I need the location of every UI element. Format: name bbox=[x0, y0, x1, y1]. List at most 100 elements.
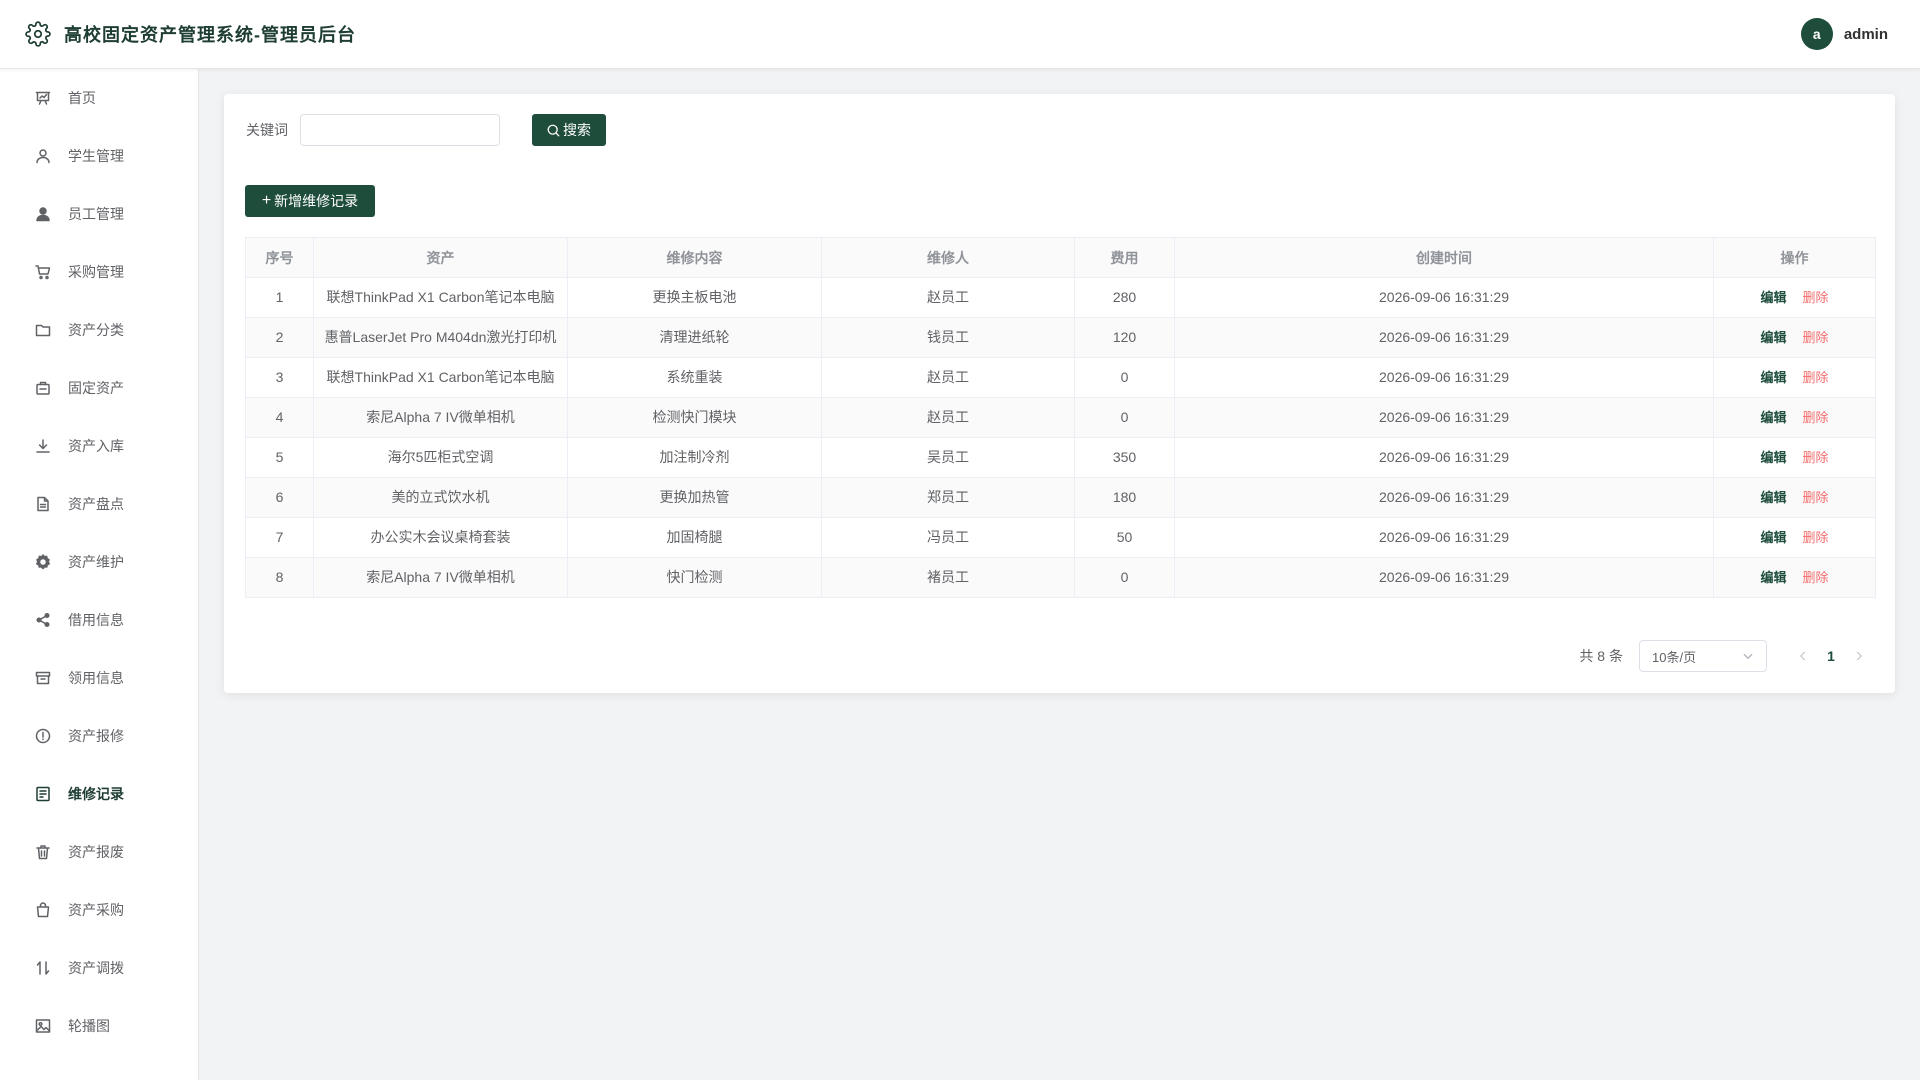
table-row: 7 办公实木会议桌椅套装 加固椅腿 冯员工 50 2026-09-06 16:3… bbox=[245, 517, 1876, 558]
page-number-current[interactable]: 1 bbox=[1815, 642, 1847, 670]
cell-repairer: 褚员工 bbox=[821, 557, 1075, 598]
cell-index: 8 bbox=[245, 557, 314, 598]
sidebar-item-asset-inbound[interactable]: 资产入库 bbox=[0, 417, 198, 475]
sidebar-item-asset-procurement[interactable]: 资产采购 bbox=[0, 881, 198, 939]
sidebar-item-asset-category[interactable]: 资产分类 bbox=[0, 301, 198, 359]
column-header: 操作 bbox=[1713, 237, 1876, 278]
cell-asset: 索尼Alpha 7 IV微单相机 bbox=[313, 557, 568, 598]
chevron-right-icon[interactable] bbox=[1847, 642, 1871, 670]
sidebar-item-repair-request[interactable]: 资产报修 bbox=[0, 707, 198, 765]
column-header: 资产 bbox=[313, 237, 568, 278]
column-header: 创建时间 bbox=[1174, 237, 1714, 278]
sidebar-item-purchasing[interactable]: 采购管理 bbox=[0, 243, 198, 301]
cell-asset: 美的立式饮水机 bbox=[313, 477, 568, 518]
search-button[interactable]: 搜索 bbox=[532, 114, 606, 146]
sidebar-item-label: 轮播图 bbox=[68, 1018, 110, 1034]
delete-link[interactable]: 删除 bbox=[1803, 290, 1829, 305]
delete-link[interactable]: 删除 bbox=[1803, 370, 1829, 385]
table-row: 4 索尼Alpha 7 IV微单相机 检测快门模块 赵员工 0 2026-09-… bbox=[245, 397, 1876, 438]
cell-created: 2026-09-06 16:31:29 bbox=[1174, 517, 1714, 558]
cell-cost: 120 bbox=[1074, 317, 1175, 358]
folder-icon bbox=[34, 321, 52, 339]
cell-repairer: 郑员工 bbox=[821, 477, 1075, 518]
edit-link[interactable]: 编辑 bbox=[1760, 450, 1786, 465]
search-button-label: 搜索 bbox=[563, 122, 591, 138]
cell-asset: 索尼Alpha 7 IV微单相机 bbox=[313, 397, 568, 438]
cell-actions: 编辑 删除 bbox=[1713, 517, 1876, 558]
document-icon bbox=[34, 495, 52, 513]
edit-link[interactable]: 编辑 bbox=[1760, 570, 1786, 585]
cell-actions: 编辑 删除 bbox=[1713, 437, 1876, 478]
table-row: 6 美的立式饮水机 更换加热管 郑员工 180 2026-09-06 16:31… bbox=[245, 477, 1876, 518]
cell-cost: 50 bbox=[1074, 517, 1175, 558]
cell-content: 系统重装 bbox=[567, 357, 822, 398]
share-icon bbox=[34, 611, 52, 629]
delete-link[interactable]: 删除 bbox=[1803, 570, 1829, 585]
delete-link[interactable]: 删除 bbox=[1803, 330, 1829, 345]
edit-link[interactable]: 编辑 bbox=[1760, 330, 1786, 345]
cell-asset: 惠普LaserJet Pro M404dn激光打印机 bbox=[313, 317, 568, 358]
cell-actions: 编辑 删除 bbox=[1713, 357, 1876, 398]
cell-asset: 联想ThinkPad X1 Carbon笔记本电脑 bbox=[313, 277, 568, 318]
cell-created: 2026-09-06 16:31:29 bbox=[1174, 357, 1714, 398]
table-row: 1 联想ThinkPad X1 Carbon笔记本电脑 更换主板电池 赵员工 2… bbox=[245, 277, 1876, 318]
avatar[interactable]: a bbox=[1800, 18, 1833, 50]
sidebar-item-repair-records[interactable]: 维修记录 bbox=[0, 765, 198, 823]
delete-link[interactable]: 删除 bbox=[1803, 490, 1829, 505]
sidebar-item-asset-inventory[interactable]: 资产盘点 bbox=[0, 475, 198, 533]
username[interactable]: admin bbox=[1844, 26, 1888, 43]
edit-link[interactable]: 编辑 bbox=[1760, 490, 1786, 505]
pagination-total: 共 8 条 bbox=[1579, 648, 1623, 664]
keyword-input[interactable] bbox=[300, 114, 500, 146]
sidebar-item-students[interactable]: 学生管理 bbox=[0, 127, 198, 185]
cell-index: 3 bbox=[245, 357, 314, 398]
delete-link[interactable]: 删除 bbox=[1803, 450, 1829, 465]
sidebar-item-label: 资产维护 bbox=[68, 554, 124, 570]
cell-content: 检测快门模块 bbox=[567, 397, 822, 438]
cell-cost: 0 bbox=[1074, 557, 1175, 598]
delete-link[interactable]: 删除 bbox=[1803, 410, 1829, 425]
delete-link[interactable]: 删除 bbox=[1803, 530, 1829, 545]
page-size-select[interactable]: 10条/页 bbox=[1639, 640, 1767, 672]
settings-icon bbox=[34, 553, 52, 571]
shopping-cart-icon bbox=[34, 263, 52, 281]
edit-link[interactable]: 编辑 bbox=[1760, 530, 1786, 545]
edit-link[interactable]: 编辑 bbox=[1760, 370, 1786, 385]
cell-created: 2026-09-06 16:31:29 bbox=[1174, 397, 1714, 438]
edit-link[interactable]: 编辑 bbox=[1760, 410, 1786, 425]
sidebar-item-staff[interactable]: 员工管理 bbox=[0, 185, 198, 243]
shopping-bag-icon bbox=[34, 901, 52, 919]
download-icon bbox=[34, 437, 52, 455]
cell-asset: 海尔5匹柜式空调 bbox=[313, 437, 568, 478]
cell-created: 2026-09-06 16:31:29 bbox=[1174, 477, 1714, 518]
keyword-label: 关键词 bbox=[246, 122, 288, 138]
cell-content: 清理进纸轮 bbox=[567, 317, 822, 358]
table-row: 2 惠普LaserJet Pro M404dn激光打印机 清理进纸轮 钱员工 1… bbox=[245, 317, 1876, 358]
edit-link[interactable]: 编辑 bbox=[1760, 290, 1786, 305]
cell-actions: 编辑 删除 bbox=[1713, 397, 1876, 438]
cell-asset: 联想ThinkPad X1 Carbon笔记本电脑 bbox=[313, 357, 568, 398]
user-menu[interactable]: a admin bbox=[1800, 18, 1888, 50]
sidebar-item-asset-transfer[interactable]: 资产调拨 bbox=[0, 939, 198, 997]
sidebar-item-label: 资产报修 bbox=[68, 728, 124, 744]
sidebar-item-label: 学生管理 bbox=[68, 148, 124, 164]
sidebar-item-home[interactable]: 首页 bbox=[0, 69, 198, 127]
cell-cost: 280 bbox=[1074, 277, 1175, 318]
sidebar-item-borrow-info[interactable]: 借用信息 bbox=[0, 591, 198, 649]
sidebar-item-label: 资产入库 bbox=[68, 438, 124, 454]
sidebar-item-asset-scrap[interactable]: 资产报废 bbox=[0, 823, 198, 881]
cell-index: 7 bbox=[245, 517, 314, 558]
cell-created: 2026-09-06 16:31:29 bbox=[1174, 317, 1714, 358]
sidebar-item-asset-maintenance[interactable]: 资产维护 bbox=[0, 533, 198, 591]
cell-index: 4 bbox=[245, 397, 314, 438]
cell-index: 6 bbox=[245, 477, 314, 518]
repair-records-table: 序号 资产 维修内容 维修人 费用 创建时间 操作 1 联想ThinkPad X… bbox=[245, 237, 1876, 598]
add-repair-record-button[interactable]: + 新增维修记录 bbox=[245, 185, 375, 217]
cell-content: 加注制冷剂 bbox=[567, 437, 822, 478]
sidebar-item-fixed-assets[interactable]: 固定资产 bbox=[0, 359, 198, 417]
chevron-left-icon[interactable] bbox=[1791, 642, 1815, 670]
sidebar-item-requisition-info[interactable]: 领用信息 bbox=[0, 649, 198, 707]
cell-actions: 编辑 删除 bbox=[1713, 477, 1876, 518]
sidebar-item-carousel[interactable]: 轮播图 bbox=[0, 997, 198, 1055]
sidebar: 首页 学生管理 员工管理 采购管理 资产分类 固定资产 资产入库 资产盘点 资产… bbox=[0, 69, 199, 1080]
